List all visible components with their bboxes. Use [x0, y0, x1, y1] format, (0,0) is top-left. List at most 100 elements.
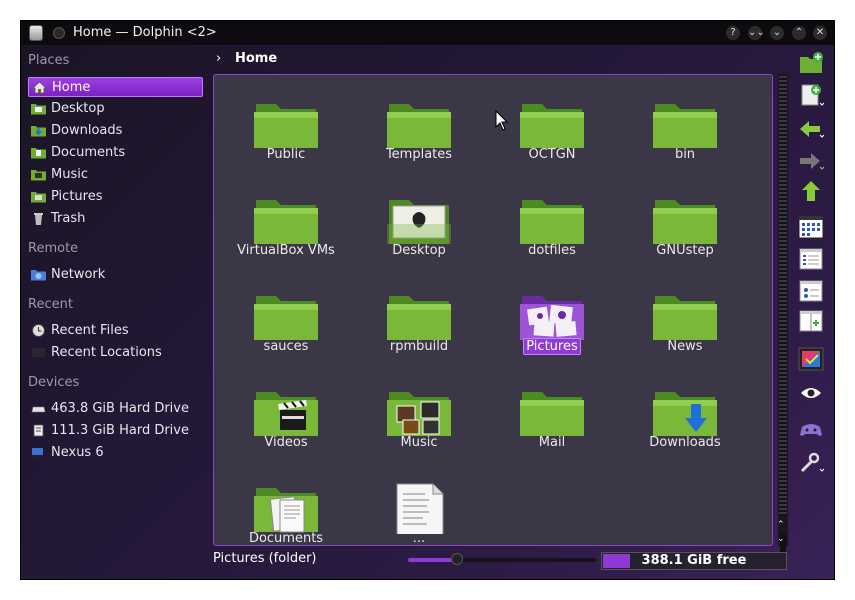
folder-music[interactable]: Music	[359, 373, 479, 463]
details-view-icon[interactable]	[798, 279, 824, 303]
sidebar-item-label: Home	[52, 80, 91, 95]
folder-virtualbox[interactable]: VirtualBox VMs	[226, 181, 346, 271]
sidebar-item-desktop[interactable]: Desktop	[28, 99, 203, 119]
folder-dotfiles[interactable]: dotfiles	[492, 181, 612, 271]
title-bar[interactable]: Home — Dolphin <2> ? ⌄⌄ ⌄ ⌃ ✕	[21, 21, 834, 45]
folder-label: Documents	[248, 531, 324, 546]
sidebar-item-recent-locations[interactable]: Recent Locations	[28, 343, 203, 363]
folder-label: VirtualBox VMs	[237, 243, 335, 258]
folder-rpmbuild[interactable]: rpmbuild	[359, 277, 479, 367]
folder-label: Pictures	[492, 338, 612, 355]
preview-icon[interactable]	[798, 347, 824, 371]
up-icon[interactable]	[798, 179, 824, 203]
selected-folder-label: Pictures	[523, 338, 581, 355]
sidebar-item-label: Music	[51, 167, 88, 182]
shade-button[interactable]: ⌄⌄	[748, 26, 765, 40]
sidebar-item-network[interactable]: Network	[28, 265, 203, 285]
new-file-icon[interactable]	[798, 83, 824, 107]
breadcrumb-home[interactable]: Home	[235, 51, 277, 66]
scroll-up-arrow-icon[interactable]: ⌃	[777, 520, 785, 530]
sidebar-item-music[interactable]: Music	[28, 165, 203, 185]
folder-octgn[interactable]: OCTGN	[492, 85, 612, 175]
mouse-pointer-icon	[495, 110, 509, 131]
scroll-down-arrow-icon[interactable]: ⌄	[777, 534, 785, 544]
sidebar-item-drive-1[interactable]: 463.8 GiB Hard Drive	[28, 399, 203, 419]
sidebar-item-pictures[interactable]: Pictures	[28, 187, 203, 207]
new-folder-icon[interactable]	[798, 51, 824, 75]
sidebar-item-label: Pictures	[51, 189, 103, 204]
folder-downloads[interactable]: Downloads	[625, 373, 745, 463]
sidebar-item-nexus[interactable]: Nexus 6	[28, 443, 203, 463]
pin-window-icon[interactable]	[53, 27, 65, 39]
zoom-slider-fill	[408, 558, 457, 562]
folder-templates[interactable]: Templates	[359, 85, 479, 175]
minimize-button[interactable]: ⌄	[770, 26, 784, 40]
folder-videos[interactable]: Videos	[226, 373, 346, 463]
folder-gnustep[interactable]: GNUstep	[625, 181, 745, 271]
folder-label: Downloads	[649, 435, 721, 450]
folder-news[interactable]: News	[625, 277, 745, 367]
back-icon[interactable]	[798, 117, 824, 141]
folder-label: Mail	[538, 435, 566, 450]
folder-icon	[254, 104, 318, 148]
settings-wrench-icon[interactable]	[798, 451, 824, 475]
folder-icon	[520, 392, 584, 436]
recent-locations-icon	[32, 348, 45, 357]
free-space-bar: 388.1 GiB free	[601, 552, 787, 570]
sidebar-item-home[interactable]: Home	[28, 77, 203, 97]
folder-label: News	[667, 339, 703, 354]
sidebar-item-trash[interactable]: Trash	[28, 209, 203, 229]
file-view[interactable]: Public Templates OCTGN bin VirtualBox VM…	[213, 74, 773, 546]
breadcrumb-arrow-icon[interactable]: ›	[216, 51, 221, 66]
folder-mail[interactable]: Mail	[492, 373, 612, 463]
sidebar-item-drive-2[interactable]: 111.3 GiB Hard Drive	[28, 421, 203, 441]
dolphin-app-icon[interactable]	[29, 25, 43, 41]
sidebar-item-label: Downloads	[51, 123, 123, 138]
forward-icon[interactable]	[798, 149, 824, 173]
zoom-slider[interactable]	[408, 553, 596, 565]
sidebar-item-label: Desktop	[51, 101, 105, 116]
side-toolbar	[794, 47, 830, 487]
folder-icon	[653, 200, 717, 244]
sidebar-item-recent-files[interactable]: Recent Files	[28, 321, 203, 341]
help-button[interactable]: ?	[726, 26, 740, 40]
show-hidden-icon[interactable]	[798, 381, 824, 405]
downloads-folder-icon	[653, 392, 717, 436]
sidebar-item-label: Network	[51, 267, 106, 282]
hard-drive-icon	[31, 406, 46, 413]
folder-label: Public	[266, 147, 306, 162]
folder-documents[interactable]: Documents	[226, 469, 346, 546]
documents-folder-icon	[254, 488, 318, 533]
controller-icon[interactable]	[798, 417, 824, 441]
section-places: Places	[28, 53, 70, 68]
folder-desktop[interactable]: Desktop	[359, 181, 479, 271]
text-file-icon	[396, 483, 444, 534]
folder-icon	[387, 104, 451, 148]
sidebar-item-downloads[interactable]: Downloads	[28, 121, 203, 141]
folder-label: bin	[674, 147, 696, 162]
sidebar-item-documents[interactable]: Documents	[28, 143, 203, 163]
folder-public[interactable]: Public	[226, 85, 346, 175]
file-text[interactable]: ...	[359, 469, 479, 545]
vertical-scrollbar[interactable]: ⌃ ⌄	[777, 74, 788, 564]
folder-icon	[254, 200, 318, 244]
clock-icon	[32, 324, 45, 337]
zoom-slider-handle[interactable]	[450, 553, 463, 565]
folder-bin[interactable]: bin	[625, 85, 745, 175]
section-recent: Recent	[28, 297, 73, 312]
folder-label: Desktop	[392, 243, 446, 258]
folder-sauces[interactable]: sauces	[226, 277, 346, 367]
maximize-button[interactable]: ⌃	[792, 26, 806, 40]
split-view-icon[interactable]	[798, 309, 824, 333]
section-devices: Devices	[28, 375, 80, 390]
documents-folder-icon	[31, 148, 46, 159]
close-button[interactable]: ✕	[813, 26, 827, 40]
folder-pictures[interactable]: Pictures	[492, 277, 612, 367]
status-text: Pictures (folder)	[213, 551, 317, 566]
folder-icon	[520, 104, 584, 148]
downloads-folder-icon	[31, 126, 46, 137]
compact-view-icon[interactable]	[798, 247, 824, 271]
scrollbar-track[interactable]	[779, 76, 787, 516]
icons-view-icon[interactable]	[798, 215, 824, 239]
sidebar-item-label: Recent Locations	[51, 345, 162, 360]
